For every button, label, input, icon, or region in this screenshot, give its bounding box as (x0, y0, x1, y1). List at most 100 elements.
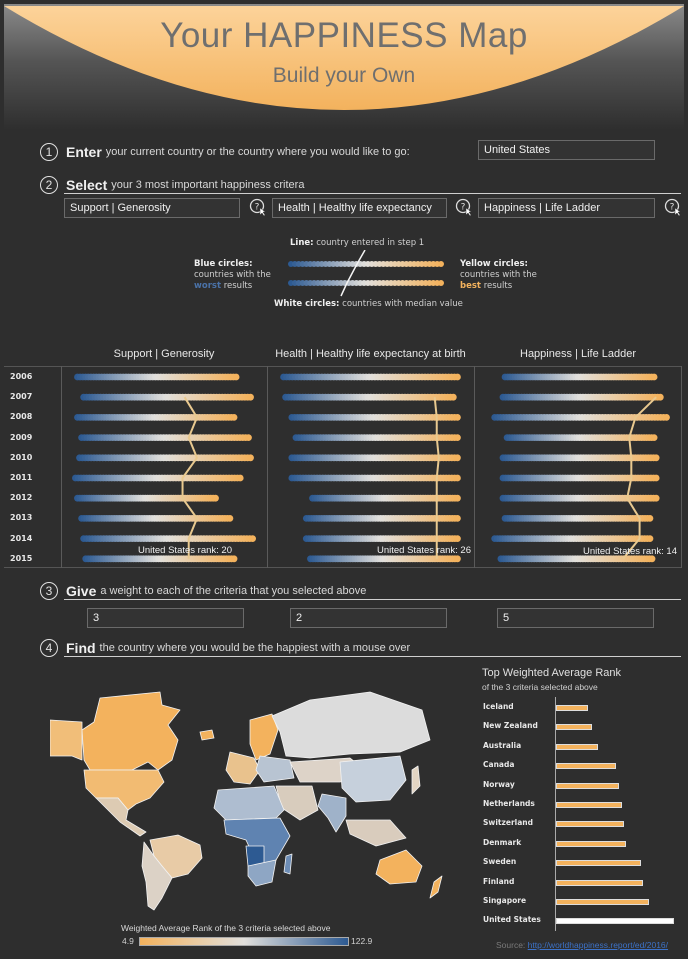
country-dot (454, 454, 461, 462)
bar-label: Denmark (483, 837, 522, 847)
bar-label: Netherlands (483, 799, 535, 808)
bar-label: Iceland (483, 702, 514, 711)
map-country-southeast-asia (345, 819, 407, 847)
country-dot (650, 434, 658, 441)
country-dot (646, 535, 654, 542)
country-dot (230, 414, 238, 421)
step-2-text: your 3 most important happiness critera (111, 179, 305, 191)
bar[interactable] (556, 821, 625, 828)
bar[interactable] (556, 743, 598, 750)
source-label: Source: (496, 940, 526, 950)
step-number-4: 4 (40, 639, 58, 657)
sample-dot (438, 280, 444, 286)
map-country-eastern-europe (255, 755, 295, 783)
country-dot (230, 555, 238, 563)
country-dot (247, 393, 254, 401)
rank-label-2: United States rank: 26 (377, 545, 471, 556)
divider (64, 656, 681, 657)
bar-label: Australia (483, 740, 522, 750)
bar[interactable] (556, 860, 642, 867)
criteria-select-2[interactable]: Health | Healthy life expectancy (272, 198, 447, 218)
country-dot (449, 393, 457, 401)
bar[interactable] (556, 899, 650, 905)
bar-label: Finland (483, 876, 515, 886)
world-choropleth-map[interactable] (50, 670, 470, 920)
explainer-dot-sample (288, 250, 444, 297)
column-title-3: Happiness | Life Ladder (520, 348, 636, 360)
country-dot (454, 434, 461, 441)
step-number-2: 2 (40, 176, 58, 194)
explainer-white-label: White circles: countries with median val… (274, 299, 463, 309)
step-3-verb: Give (66, 583, 97, 599)
step-3-text: a weight to each of the criteria that yo… (100, 585, 367, 597)
bar-label: United States (483, 915, 541, 925)
rank-label-3: United States rank: 14 (583, 546, 677, 557)
sample-line (340, 250, 366, 297)
step-2-verb: Select (66, 177, 108, 193)
explainer-line-label: Line: country entered in step 1 (290, 238, 425, 248)
map-country-australia (375, 849, 423, 885)
criteria-select-1[interactable]: Support | Generosity (64, 198, 240, 218)
help-cursor-icon[interactable]: ? (455, 198, 473, 217)
bar[interactable] (556, 724, 592, 731)
divider (64, 193, 681, 194)
bar[interactable] (556, 782, 619, 789)
weight-input-2[interactable]: 2 (290, 608, 447, 628)
bar-label: Canada (483, 760, 515, 770)
bar-label: Switzerland (483, 818, 533, 828)
country-input[interactable]: United States (478, 140, 655, 160)
column-title-1: Support | Generosity (113, 348, 215, 360)
map-country-middle-east (275, 785, 319, 821)
map-country-china (339, 755, 407, 803)
help-cursor-icon[interactable]: ? (249, 198, 267, 217)
step-1-text: your current country or the country wher… (105, 146, 410, 158)
weight-input-3[interactable]: 5 (497, 608, 654, 628)
page-title: Your HAPPINESS Map (160, 16, 528, 55)
country-dot (652, 494, 660, 502)
step-number-1: 1 (40, 143, 58, 161)
map-country-russia (271, 691, 431, 759)
map-country-india (317, 793, 347, 833)
criteria-select-3[interactable]: Happiness | Life Ladder (478, 198, 655, 218)
map-country-alaska (50, 719, 83, 761)
country-dot (652, 454, 660, 462)
bar[interactable] (556, 705, 588, 711)
help-cursor-icon[interactable]: ? (664, 198, 682, 217)
bar[interactable] (556, 763, 616, 770)
map-country-iceland (199, 729, 215, 741)
bar[interactable] (556, 802, 622, 808)
country-dot (245, 434, 252, 441)
country-dot (226, 515, 234, 522)
bar-label: Norway (483, 779, 515, 789)
bar[interactable] (556, 840, 627, 847)
country-dot (454, 555, 461, 563)
map-country-scandinavia (249, 713, 279, 761)
bar[interactable] (556, 879, 644, 886)
rank-label-1: United States rank: 20 (138, 545, 232, 556)
map-country-madagascar (283, 853, 293, 875)
step-4-verb: Find (66, 640, 96, 656)
country-dot (247, 454, 254, 462)
bar-chart-title: Top Weighted Average Rank (482, 667, 622, 679)
country-dot (212, 494, 219, 502)
bar-chart-axis (555, 697, 557, 931)
country-dot (454, 535, 461, 542)
page-subtitle: Build your Own (272, 64, 416, 87)
source-link[interactable]: http://worldhappiness.report/ed/2016/ (528, 940, 668, 950)
explainer-blue-label: Blue circles: countries with the worst r… (194, 259, 271, 291)
step-4-text: the country where you would be the happi… (99, 642, 411, 654)
country-dot (646, 515, 654, 522)
country-dot (454, 373, 461, 381)
bar[interactable] (556, 918, 675, 925)
map-country-canada (81, 691, 181, 771)
weight-input-1[interactable]: 3 (87, 608, 244, 628)
bar-label: Singapore (483, 896, 527, 905)
explainer-yellow-label: Yellow circles: countries with the best … (460, 259, 537, 291)
country-dot (454, 414, 461, 421)
map-country-mexico (95, 797, 147, 837)
step-number-3: 3 (40, 582, 58, 600)
map-country-united-states (83, 769, 165, 811)
svg-text:?: ? (670, 203, 675, 213)
sample-dot (438, 261, 444, 267)
step-2-heading: 2 Select your 3 most important happiness… (40, 176, 304, 194)
